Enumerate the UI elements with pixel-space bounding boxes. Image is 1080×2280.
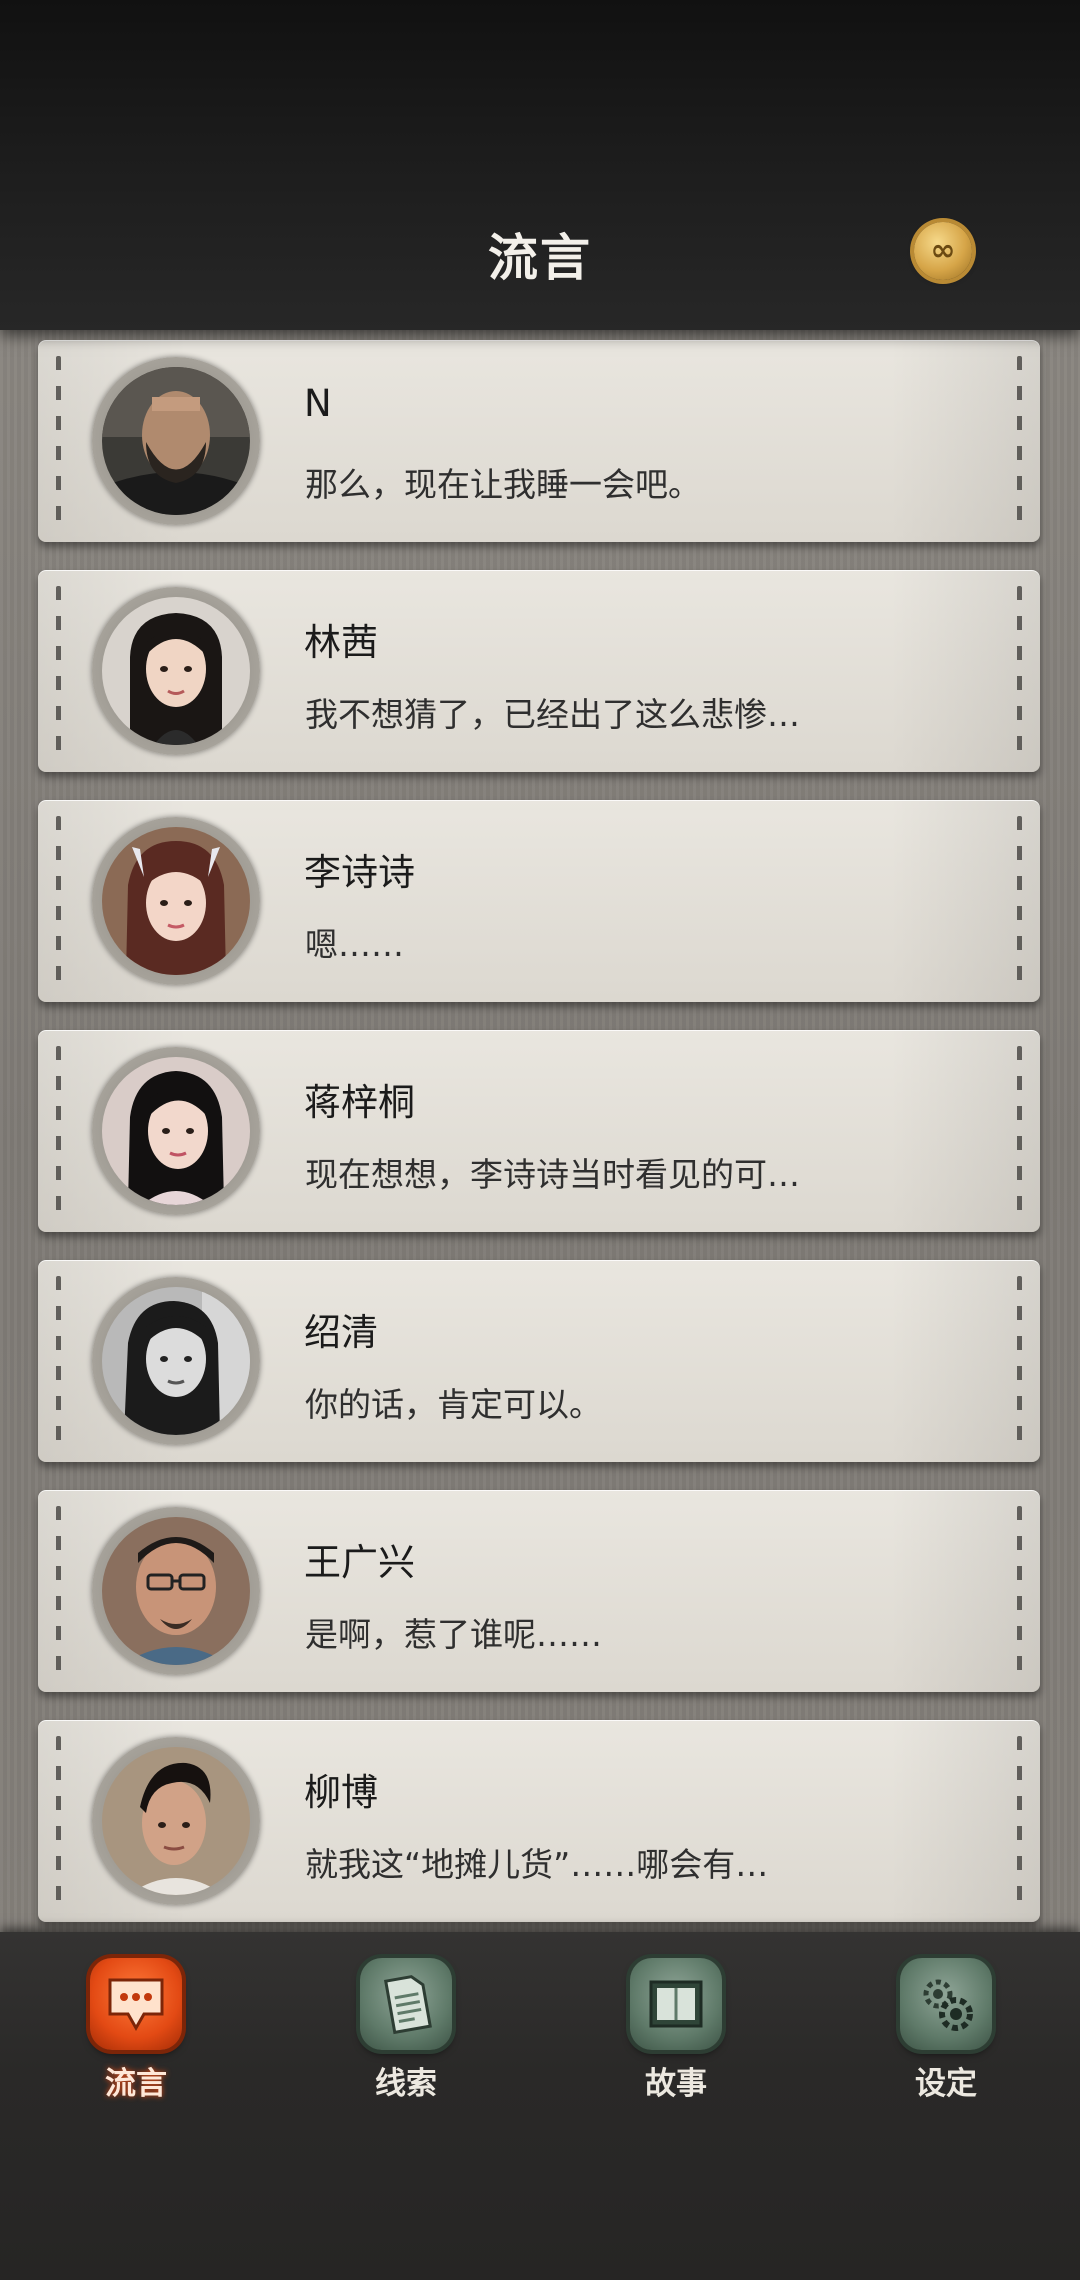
stitch-left bbox=[56, 356, 61, 526]
avatar-frame bbox=[92, 1047, 260, 1215]
contact-card[interactable]: 绍清 你的话，肯定可以。 bbox=[38, 1260, 1040, 1462]
tab-clues[interactable]: 线索 bbox=[326, 1958, 486, 2102]
contact-name: 李诗诗 bbox=[304, 851, 415, 894]
avatar-frame bbox=[92, 1737, 260, 1905]
avatar-frame bbox=[92, 817, 260, 985]
contact-list[interactable]: N 那么，现在让我睡一会吧。 林茜 我不想猜了，已经出了这么悲惨… 李诗诗 嗯…… bbox=[0, 330, 1080, 1932]
contact-message: 我不想猜了，已经出了这么悲惨… bbox=[305, 695, 800, 734]
stitch-right bbox=[1017, 816, 1022, 986]
tab-rumors[interactable]: 流言 bbox=[56, 1958, 216, 2102]
book-icon[interactable] bbox=[630, 1958, 722, 2050]
stitch-right bbox=[1017, 1046, 1022, 1216]
contact-card[interactable]: 蒋梓桐 现在想想，李诗诗当时看见的可… bbox=[38, 1030, 1040, 1232]
contact-card[interactable]: 王广兴 是啊，惹了谁呢…… bbox=[38, 1490, 1040, 1692]
avatar-woman-black-hair-icon bbox=[102, 1057, 250, 1205]
contact-card[interactable]: 李诗诗 嗯…… bbox=[38, 800, 1040, 1002]
gears-icon[interactable] bbox=[900, 1958, 992, 2050]
contact-name: 蒋梓桐 bbox=[304, 1081, 415, 1124]
stitch-right bbox=[1017, 586, 1022, 756]
contact-message: 是啊，惹了谁呢…… bbox=[305, 1615, 602, 1654]
stitch-left bbox=[56, 1506, 61, 1676]
contact-name: 柳博 bbox=[304, 1771, 378, 1814]
contact-card[interactable]: N 那么，现在让我睡一会吧。 bbox=[38, 340, 1040, 542]
avatar-woman-grayscale-icon bbox=[102, 1287, 250, 1435]
contact-name: 绍清 bbox=[304, 1311, 378, 1354]
stitch-right bbox=[1017, 1736, 1022, 1906]
contact-name: 王广兴 bbox=[304, 1541, 415, 1584]
contact-name: N bbox=[304, 382, 332, 425]
avatar-frame bbox=[92, 1277, 260, 1445]
tab-settings[interactable]: 设定 bbox=[866, 1958, 1026, 2102]
avatar-man-glasses-icon bbox=[102, 1517, 250, 1665]
stitch-left bbox=[56, 586, 61, 756]
avatar-woman-auburn-hair-icon bbox=[102, 827, 250, 975]
tab-label: 故事 bbox=[645, 2066, 707, 2102]
infinity-coin-icon[interactable]: ∞ bbox=[914, 222, 972, 280]
avatar-woman-long-hair-icon bbox=[102, 597, 250, 745]
stitch-left bbox=[56, 1046, 61, 1216]
avatar-man-short-hair-icon bbox=[102, 1747, 250, 1895]
bottom-nav: 流言 线索 故事 设定 bbox=[0, 1932, 1080, 2280]
contact-message: 你的话，肯定可以。 bbox=[305, 1385, 602, 1424]
contact-message: 就我这“地摊儿货”……哪会有… bbox=[305, 1845, 769, 1884]
contact-message: 嗯…… bbox=[305, 925, 404, 964]
contact-name: 林茜 bbox=[304, 621, 378, 664]
stitch-right bbox=[1017, 1506, 1022, 1676]
top-header: 流言 ∞ bbox=[0, 0, 1080, 330]
stitch-right bbox=[1017, 356, 1022, 526]
tab-label: 设定 bbox=[915, 2066, 977, 2102]
contact-message: 现在想想，李诗诗当时看见的可… bbox=[305, 1155, 800, 1194]
avatar-frame bbox=[92, 587, 260, 755]
stitch-right bbox=[1017, 1276, 1022, 1446]
avatar-man-beard-icon bbox=[102, 367, 250, 515]
contact-card[interactable]: 柳博 就我这“地摊儿货”……哪会有… bbox=[38, 1720, 1040, 1922]
chat-bubble-icon[interactable] bbox=[90, 1958, 182, 2050]
tab-story[interactable]: 故事 bbox=[596, 1958, 756, 2102]
tab-label: 流言 bbox=[105, 2066, 167, 2102]
stitch-left bbox=[56, 1736, 61, 1906]
document-icon[interactable] bbox=[360, 1958, 452, 2050]
avatar-frame bbox=[92, 357, 260, 525]
tab-label: 线索 bbox=[375, 2066, 437, 2102]
avatar-frame bbox=[92, 1507, 260, 1675]
contact-card[interactable]: 林茜 我不想猜了，已经出了这么悲惨… bbox=[38, 570, 1040, 772]
coin-symbol: ∞ bbox=[930, 233, 956, 268]
stitch-left bbox=[56, 1276, 61, 1446]
stitch-left bbox=[56, 816, 61, 986]
contact-message: 那么，现在让我睡一会吧。 bbox=[305, 465, 701, 504]
